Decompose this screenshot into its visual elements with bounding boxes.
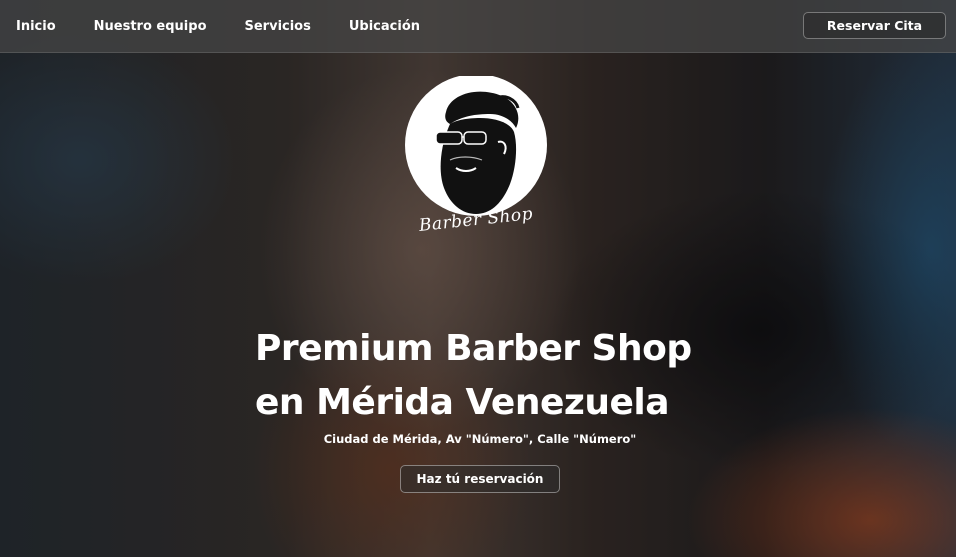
nav-link-ubicacion[interactable]: Ubicación [349, 19, 420, 34]
hero-title: Premium Barber Shop en Mérida Venezuela [255, 322, 775, 430]
nav-link-servicios[interactable]: Servicios [245, 19, 311, 34]
hero-address: Ciudad de Mérida, Av "Número", Calle "Nú… [323, 432, 637, 446]
nav-link-inicio[interactable]: Inicio [16, 19, 56, 34]
hero-title-line-1: Premium Barber Shop [255, 328, 692, 369]
top-navbar: Inicio Nuestro equipo Servicios Ubicació… [0, 0, 956, 53]
nav-link-nuestro-equipo[interactable]: Nuestro equipo [94, 19, 207, 34]
reserve-appointment-button[interactable]: Reservar Cita [803, 12, 946, 39]
landing-page: Inicio Nuestro equipo Servicios Ubicació… [0, 0, 956, 557]
barber-shop-logo: Barber Shop [398, 76, 554, 256]
nav-links: Inicio Nuestro equipo Servicios Ubicació… [16, 0, 458, 53]
make-reservation-button[interactable]: Haz tú reservación [400, 465, 560, 493]
hero-title-line-2: en Mérida Venezuela [255, 382, 670, 423]
